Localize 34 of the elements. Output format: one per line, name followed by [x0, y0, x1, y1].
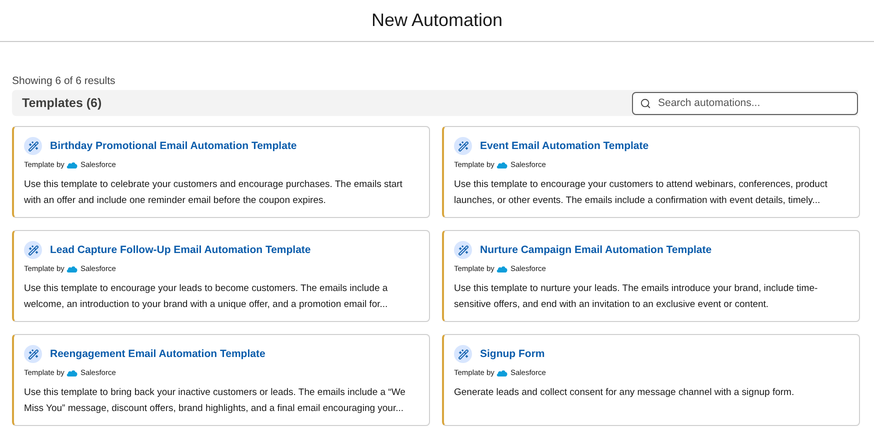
magic-wand-icon	[24, 345, 42, 363]
template-description: Generate leads and collect consent for any message channel with a signup form.	[454, 386, 796, 400]
template-card[interactable]	[12, 230, 430, 322]
cloud-logo-icon	[496, 368, 508, 376]
template-card[interactable]	[12, 126, 430, 218]
search-field[interactable]: Search automations...	[632, 92, 858, 114]
template-title[interactable]: Signup Form	[480, 348, 545, 360]
cloud-logo-icon	[496, 160, 508, 168]
template-card[interactable]	[12, 334, 430, 426]
cloud-logo-icon	[66, 160, 78, 168]
search-icon	[640, 98, 651, 108]
magic-wand-icon	[24, 241, 42, 259]
cloud-logo-icon	[496, 264, 508, 272]
template-description: Use this template to celebrate your customers and encourage purchases. The emails start with an offer and include one reminder email before the coupon expires.	[24, 178, 404, 208]
template-description: Use this template to encourage your customers to attend webinars, conferences, product launches, or other events. The emails include a confirmation with event details, timely...	[454, 178, 828, 208]
template-card[interactable]	[442, 126, 860, 218]
template-description: Use this template to nurture your leads. The emails introduce your brand, include time-sensitive offers, and end with an invitation to an exclusive event or content.	[454, 282, 819, 312]
template-description: Use this template to bring back your inactive customers or leads. The emails include a “We Miss You” message, discount offers, brand highlights, and a final email encouraging your...	[24, 386, 406, 416]
magic-wand-icon	[454, 345, 472, 363]
template-title[interactable]: Event Email Automation Template	[480, 140, 649, 152]
magic-wand-icon	[454, 137, 472, 155]
template-title[interactable]: Reengagement Email Automation Template	[50, 348, 266, 360]
template-card[interactable]	[442, 230, 860, 322]
magic-wand-icon	[24, 137, 42, 155]
magic-wand-icon	[454, 241, 472, 259]
cloud-logo-icon	[66, 368, 78, 376]
template-title[interactable]: Nurture Campaign Email Automation Template	[480, 244, 712, 256]
results-count: Showing 6 of 6 results	[12, 75, 116, 87]
template-description: Use this template to encourage your leads to become customers. The emails include a welcome, an introduction to your brand with a unique offer, and a promotion email for...	[24, 282, 389, 312]
cloud-logo-icon	[66, 264, 78, 272]
page-title: New Automation	[371, 10, 503, 31]
section-title: Templates (6)	[22, 96, 102, 110]
template-title[interactable]: Birthday Promotional Email Automation Template	[50, 140, 297, 152]
template-title[interactable]: Lead Capture Follow-Up Email Automation Template	[50, 244, 311, 256]
